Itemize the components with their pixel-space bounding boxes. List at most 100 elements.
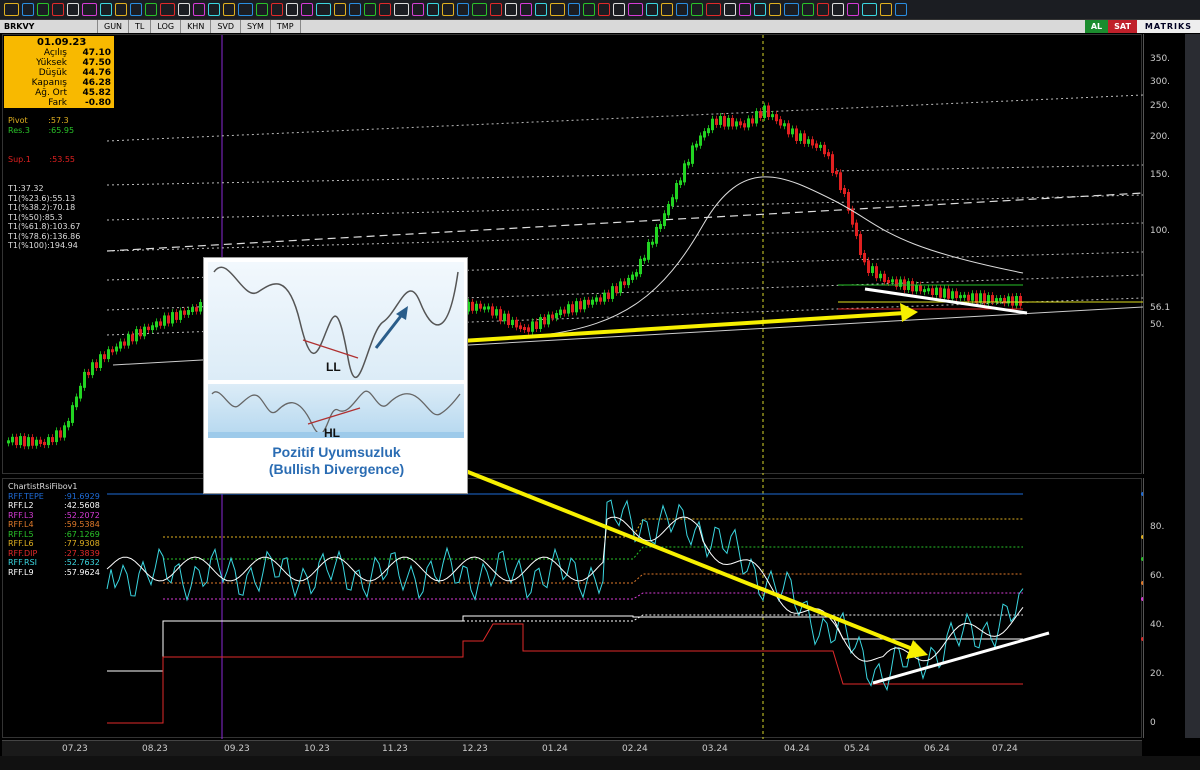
- toolbar-icon[interactable]: [67, 3, 79, 16]
- toolbar-icon[interactable]: [286, 3, 298, 16]
- toolbar-icon[interactable]: [22, 3, 34, 16]
- candle-body: [639, 258, 642, 275]
- toolbar-icon[interactable]: [130, 3, 142, 16]
- candle-body: [539, 317, 542, 329]
- toolbar-icon[interactable]: [862, 3, 877, 16]
- ohlc-date: 01.09.23: [37, 37, 87, 48]
- toolbar-icon[interactable]: [676, 3, 688, 16]
- toolbar-icon[interactable]: [661, 3, 673, 16]
- candle-body: [15, 436, 18, 446]
- toolbar-icon[interactable]: [271, 3, 283, 16]
- toolbar-icon[interactable]: [505, 3, 517, 16]
- inset-label-hl: HL: [324, 426, 340, 440]
- indicator-key: RFF.L4: [8, 520, 34, 529]
- tab-log[interactable]: LOG: [151, 20, 182, 33]
- toolbar-icon[interactable]: [628, 3, 643, 16]
- toolbar-icon[interactable]: [301, 3, 313, 16]
- tab-tmp[interactable]: TMP: [271, 20, 301, 33]
- buy-button[interactable]: AL: [1084, 20, 1109, 33]
- toolbar-icon[interactable]: [256, 3, 268, 16]
- toolbar-icon[interactable]: [160, 3, 175, 16]
- indicator-value: :77.9308: [64, 539, 100, 548]
- toolbar-icon[interactable]: [691, 3, 703, 16]
- candle-body: [167, 315, 170, 324]
- toolbar-icon[interactable]: [316, 3, 331, 16]
- rsi-chart-pane[interactable]: [2, 478, 1145, 739]
- indicator-line: RFF.L3:52.2072: [8, 511, 100, 521]
- toolbar-icon[interactable]: [724, 3, 736, 16]
- toolbar-icon[interactable]: [802, 3, 814, 16]
- toolbar-icon[interactable]: [832, 3, 844, 16]
- candle-body: [739, 121, 742, 126]
- toolbar-icon[interactable]: [613, 3, 625, 16]
- side-scrollbar[interactable]: [1185, 34, 1200, 738]
- toolbar-icon[interactable]: [145, 3, 157, 16]
- toolbar-icon[interactable]: [193, 3, 205, 16]
- candle-body: [915, 284, 918, 292]
- toolbar-icon[interactable]: [442, 3, 454, 16]
- toolbar-icon[interactable]: [52, 3, 64, 16]
- date-axis-label: 05.24: [844, 744, 870, 754]
- toolbar-icon[interactable]: [178, 3, 190, 16]
- candle-body: [503, 313, 506, 322]
- toolbar-icon[interactable]: [583, 3, 595, 16]
- price-chart[interactable]: [3, 35, 1151, 475]
- toolbar-icon[interactable]: [739, 3, 751, 16]
- fib-level: T1(%23.6):55.13: [8, 193, 76, 203]
- toolbar-icon[interactable]: [880, 3, 892, 16]
- candle-body: [475, 303, 478, 311]
- toolbar-icon[interactable]: [364, 3, 376, 16]
- toolbar-icon[interactable]: [769, 3, 781, 16]
- toolbar-icon[interactable]: [895, 3, 907, 16]
- toolbar-icon[interactable]: [100, 3, 112, 16]
- toolbar-icon[interactable]: [457, 3, 469, 16]
- tab-gun[interactable]: GUN: [98, 20, 130, 33]
- tab-tl[interactable]: TL: [129, 20, 152, 33]
- toolbar-icon[interactable]: [520, 3, 532, 16]
- toolbar-icon[interactable]: [427, 3, 439, 16]
- candle-body: [911, 281, 914, 292]
- candle-body: [867, 260, 870, 273]
- toolbar-icon[interactable]: [115, 3, 127, 16]
- tab-khn[interactable]: KHN: [181, 20, 212, 33]
- rsi-chart[interactable]: [3, 479, 1145, 739]
- symbol-selector[interactable]: BRKVY: [0, 20, 98, 33]
- toolbar-icon[interactable]: [535, 3, 547, 16]
- candle-body: [115, 346, 118, 352]
- toolbar-icon[interactable]: [646, 3, 658, 16]
- toolbar-icon[interactable]: [817, 3, 829, 16]
- candle-body: [143, 326, 146, 337]
- candle-body: [731, 117, 734, 127]
- rsi-axis[interactable]: 80. 60. 40. 20. 0: [1143, 478, 1183, 738]
- toolbar-icon[interactable]: [4, 3, 19, 16]
- toolbar-icon[interactable]: [706, 3, 721, 16]
- toolbar-icon[interactable]: [379, 3, 391, 16]
- toolbar-icon[interactable]: [784, 3, 799, 16]
- toolbar-icon[interactable]: [223, 3, 235, 16]
- toolbar-icon[interactable]: [238, 3, 253, 16]
- date-axis-label: 04.24: [784, 744, 810, 754]
- toolbar-icon[interactable]: [598, 3, 610, 16]
- sell-button[interactable]: SAT: [1108, 20, 1137, 33]
- tab-sym[interactable]: SYM: [241, 20, 271, 33]
- candle-body: [623, 281, 626, 286]
- toolbar-icon[interactable]: [472, 3, 487, 16]
- candle-body: [883, 273, 886, 282]
- toolbar-icon[interactable]: [847, 3, 859, 16]
- tab-svd[interactable]: SVD: [211, 20, 242, 33]
- toolbar-icon[interactable]: [754, 3, 766, 16]
- toolbar-icon[interactable]: [82, 3, 97, 16]
- price-axis[interactable]: 350. 300. 250. 200. 150. 100. 56.1 50.: [1143, 34, 1183, 474]
- price-chart-pane[interactable]: [2, 34, 1151, 475]
- toolbar-icon[interactable]: [334, 3, 346, 16]
- toolbar-icon[interactable]: [568, 3, 580, 16]
- date-axis[interactable]: 07.23 08.23 09.23 10.23 11.23 12.23 01.24 02.24…: [2, 740, 1142, 756]
- toolbar-icon[interactable]: [37, 3, 49, 16]
- toolbar-icon[interactable]: [550, 3, 565, 16]
- toolbar-icon[interactable]: [349, 3, 361, 16]
- toolbar-icon[interactable]: [412, 3, 424, 16]
- toolbar-icon[interactable]: [208, 3, 220, 16]
- toolbar-icon[interactable]: [490, 3, 502, 16]
- candle-body: [479, 303, 482, 309]
- toolbar-icon[interactable]: [394, 3, 409, 16]
